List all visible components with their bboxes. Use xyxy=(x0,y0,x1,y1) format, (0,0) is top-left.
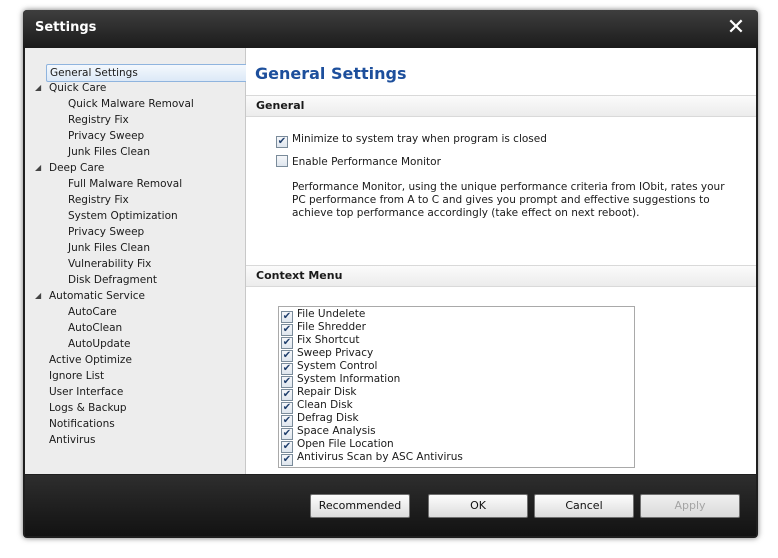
nav-quick-care[interactable]: Quick Care xyxy=(49,80,106,96)
nav-logs-backup[interactable]: Logs & Backup xyxy=(49,400,127,416)
nav-notifications[interactable]: Notifications xyxy=(49,416,115,432)
nav-user-interface[interactable]: User Interface xyxy=(49,384,123,400)
ctx-label: File Shredder xyxy=(297,321,366,333)
ctx-item-sweep-privacy[interactable]: ✔ Sweep Privacy xyxy=(281,347,374,362)
ctx-item-system-information[interactable]: ✔ System Information xyxy=(281,373,401,388)
ctx-item-defrag-disk[interactable]: ✔ Defrag Disk xyxy=(281,412,359,427)
settings-nav-tree: General Settings ◢ Quick Care Quick Malw… xyxy=(25,48,264,474)
ctx-label: Repair Disk xyxy=(297,386,357,398)
general-section-header: General xyxy=(246,95,756,117)
nav-full-malware-removal[interactable]: Full Malware Removal xyxy=(68,176,182,192)
ctx-label: System Information xyxy=(297,373,401,385)
minimize-tray-label: Minimize to system tray when program is … xyxy=(292,133,547,145)
expander-quick-care-icon[interactable]: ◢ xyxy=(35,80,41,96)
recommended-button[interactable]: Recommended xyxy=(310,494,410,518)
ctx-label: Defrag Disk xyxy=(297,412,359,424)
perf-monitor-description: Performance Monitor, using the unique pe… xyxy=(292,181,725,219)
nav-quick-privacy-sweep[interactable]: Privacy Sweep xyxy=(68,128,144,144)
ctx-label: File Undelete xyxy=(297,308,366,320)
nav-vulnerability-fix[interactable]: Vulnerability Fix xyxy=(68,256,151,272)
nav-quick-malware-removal[interactable]: Quick Malware Removal xyxy=(68,96,194,112)
ctx-item-fix-shortcut[interactable]: ✔ Fix Shortcut xyxy=(281,334,360,349)
expander-deep-care-icon[interactable]: ◢ xyxy=(35,160,41,176)
cancel-button[interactable]: Cancel xyxy=(534,494,634,518)
nav-antivirus[interactable]: Antivirus xyxy=(49,432,95,448)
nav-disk-defragment[interactable]: Disk Defragment xyxy=(68,272,157,288)
page-title: General Settings xyxy=(255,64,407,83)
nav-ignore-list[interactable]: Ignore List xyxy=(49,368,104,384)
perf-monitor-checkbox[interactable] xyxy=(276,155,288,167)
perf-monitor-option[interactable]: Enable Performance Monitor xyxy=(276,155,441,169)
nav-label: General Settings xyxy=(50,67,138,79)
perf-monitor-label: Enable Performance Monitor xyxy=(292,156,441,168)
apply-button[interactable]: Apply xyxy=(640,494,740,518)
ctx-item-clean-disk[interactable]: ✔ Clean Disk xyxy=(281,399,353,414)
settings-content: General Settings General ✔ Minimize to sy… xyxy=(246,48,756,474)
context-menu-section-header: Context Menu xyxy=(246,265,756,287)
ctx-item-repair-disk[interactable]: ✔ Repair Disk xyxy=(281,386,357,401)
nav-autoclean[interactable]: AutoClean xyxy=(68,320,122,336)
dialog-footer: Recommended OK Cancel Apply xyxy=(25,475,756,536)
ctx-item-antivirus-scan[interactable]: ✔ Antivirus Scan by ASC Antivirus xyxy=(281,451,463,466)
ok-button[interactable]: OK xyxy=(428,494,528,518)
expander-automatic-service-icon[interactable]: ◢ xyxy=(35,288,41,304)
ctx-item-file-shredder[interactable]: ✔ File Shredder xyxy=(281,321,366,336)
minimize-tray-option[interactable]: ✔ Minimize to system tray when program is… xyxy=(276,132,547,148)
nav-deep-junk-files-clean[interactable]: Junk Files Clean xyxy=(68,240,150,256)
nav-deep-care[interactable]: Deep Care xyxy=(49,160,104,176)
nav-active-optimize[interactable]: Active Optimize xyxy=(49,352,132,368)
window-title: Settings xyxy=(35,20,97,35)
ctx-checkbox[interactable]: ✔ xyxy=(281,454,293,466)
nav-automatic-service[interactable]: Automatic Service xyxy=(49,288,145,304)
ctx-item-system-control[interactable]: ✔ System Control xyxy=(281,360,378,375)
ctx-label: Antivirus Scan by ASC Antivirus xyxy=(297,451,463,463)
ctx-item-open-file-location[interactable]: ✔ Open File Location xyxy=(281,438,394,453)
ctx-label: Space Analysis xyxy=(297,425,376,437)
ctx-item-file-undelete[interactable]: ✔ File Undelete xyxy=(281,308,366,323)
minimize-tray-checkbox[interactable]: ✔ xyxy=(276,136,288,148)
section-title: Context Menu xyxy=(256,269,343,282)
section-title: General xyxy=(256,99,305,112)
ctx-label: Clean Disk xyxy=(297,399,353,411)
nav-system-optimization[interactable]: System Optimization xyxy=(68,208,178,224)
nav-autoupdate[interactable]: AutoUpdate xyxy=(68,336,130,352)
nav-autocare[interactable]: AutoCare xyxy=(68,304,117,320)
nav-quick-junk-files-clean[interactable]: Junk Files Clean xyxy=(68,144,150,160)
ctx-label: Sweep Privacy xyxy=(297,347,374,359)
ctx-label: Open File Location xyxy=(297,438,394,450)
title-bar[interactable]: Settings ✕ xyxy=(23,10,758,48)
ctx-label: System Control xyxy=(297,360,378,372)
nav-quick-registry-fix[interactable]: Registry Fix xyxy=(68,112,129,128)
nav-deep-privacy-sweep[interactable]: Privacy Sweep xyxy=(68,224,144,240)
ctx-label: Fix Shortcut xyxy=(297,334,360,346)
context-menu-list[interactable]: ✔ File Undelete ✔ File Shredder ✔ Fix Short… xyxy=(278,306,635,468)
settings-window: Settings ✕ General Settings ◢ Quick Care… xyxy=(23,10,758,538)
nav-deep-registry-fix[interactable]: Registry Fix xyxy=(68,192,129,208)
close-icon[interactable]: ✕ xyxy=(726,17,746,39)
ctx-item-space-analysis[interactable]: ✔ Space Analysis xyxy=(281,425,376,440)
